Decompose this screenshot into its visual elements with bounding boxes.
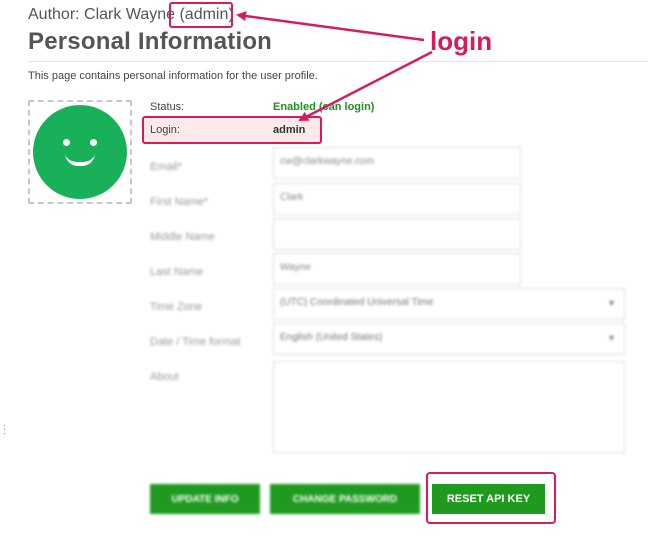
time-zone-label: Time Zone [150, 301, 203, 313]
login-annotation-label: login [430, 26, 493, 56]
chevron-down-icon: ▼ [607, 333, 616, 343]
chevron-down-icon: ▼ [607, 298, 616, 308]
login-value: admin [273, 124, 306, 136]
reset-api-highlight-box [426, 472, 556, 524]
update-info-button[interactable]: Update Info [150, 484, 260, 514]
admin-highlight-box [169, 2, 233, 28]
middle-name-label: Middle Name [150, 231, 215, 243]
email-label: Email* [150, 161, 182, 173]
about-label: About [150, 371, 179, 383]
page-title: Personal Information [28, 28, 273, 55]
avatar [33, 105, 127, 199]
middle-name-field[interactable] [273, 218, 521, 250]
avatar-eye-right [90, 139, 97, 146]
profile-form: Email* cw@clarkwayne.com First Name* Cla… [140, 143, 640, 453]
change-password-button[interactable]: Change Password [270, 484, 420, 514]
about-textarea[interactable] [273, 361, 625, 453]
login-label: Login: [150, 124, 180, 136]
last-name-field[interactable]: Wayne [273, 253, 521, 285]
date-format-label: Date / Time format [150, 336, 241, 348]
first-name-field[interactable]: Clark [273, 183, 521, 215]
drag-handle-icon[interactable]: · · · [3, 421, 6, 439]
avatar-eye-left [63, 139, 70, 146]
title-divider [28, 61, 648, 62]
time-zone-select[interactable]: (UTC) Coordinated Universal Time ▼ [273, 288, 625, 320]
date-format-select[interactable]: English (United States) ▼ [273, 323, 625, 355]
last-name-label: Last Name [150, 266, 204, 278]
status-value: Enabled (can login) [273, 101, 375, 113]
avatar-dropzone[interactable] [28, 100, 132, 204]
date-format-value: English (United States) [280, 332, 383, 343]
status-label: Status: [150, 101, 185, 113]
email-field[interactable]: cw@clarkwayne.com [273, 147, 521, 179]
time-zone-value: (UTC) Coordinated Universal Time [280, 297, 434, 308]
avatar-mouth [65, 153, 95, 166]
author-name: Author: Clark Wayne [28, 6, 176, 23]
first-name-label: First Name* [150, 196, 209, 208]
page-description: This page contains personal information … [28, 70, 318, 82]
